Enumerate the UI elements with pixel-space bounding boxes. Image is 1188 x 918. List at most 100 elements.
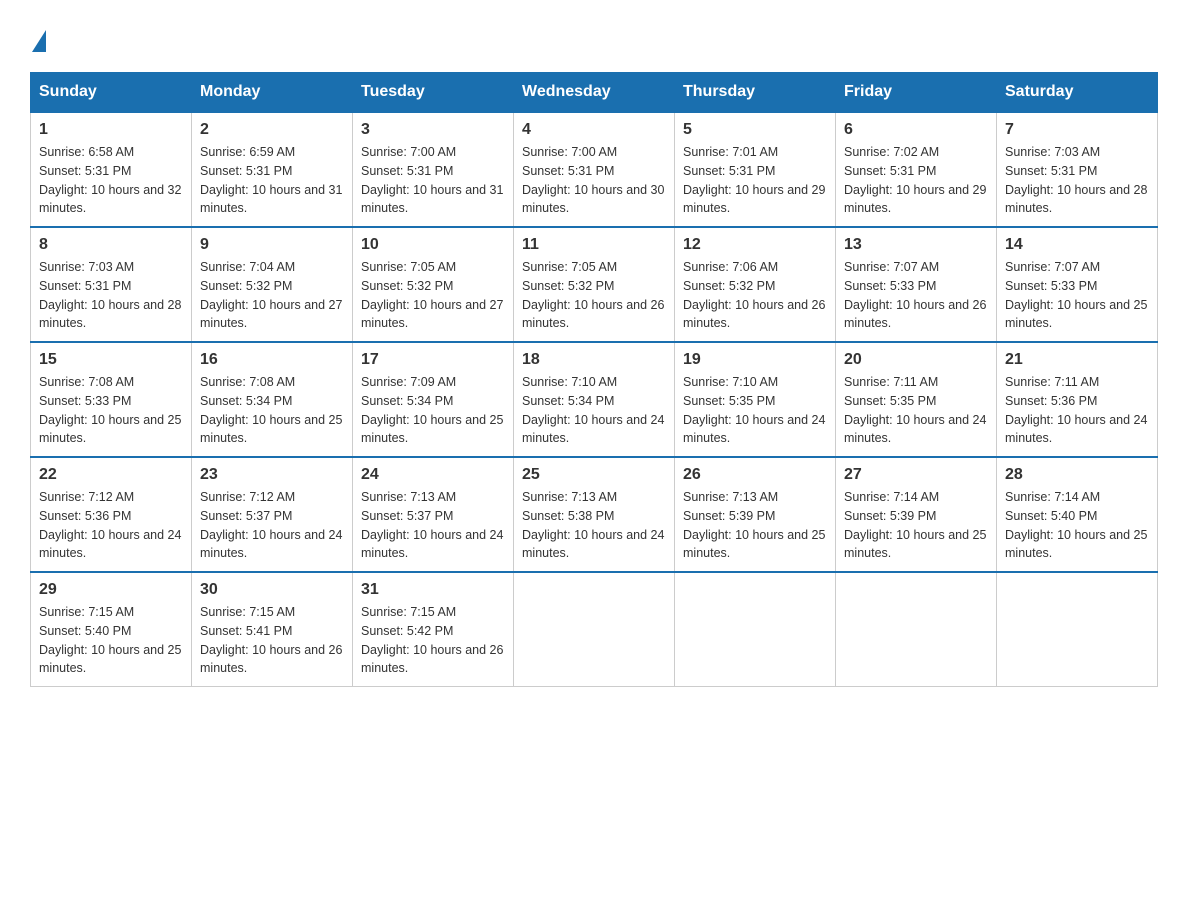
day-number: 17	[361, 351, 505, 369]
calendar-cell: 24 Sunrise: 7:13 AMSunset: 5:37 PMDayligh…	[353, 457, 514, 572]
calendar-cell: 15 Sunrise: 7:08 AMSunset: 5:33 PMDayligh…	[31, 342, 192, 457]
calendar-cell: 16 Sunrise: 7:08 AMSunset: 5:34 PMDayligh…	[192, 342, 353, 457]
calendar-week-3: 15 Sunrise: 7:08 AMSunset: 5:33 PMDayligh…	[31, 342, 1158, 457]
day-info: Sunrise: 7:01 AMSunset: 5:31 PMDaylight:…	[683, 143, 827, 218]
day-info: Sunrise: 7:06 AMSunset: 5:32 PMDaylight:…	[683, 258, 827, 333]
calendar-cell	[514, 572, 675, 687]
day-info: Sunrise: 7:13 AMSunset: 5:38 PMDaylight:…	[522, 488, 666, 563]
day-info: Sunrise: 7:12 AMSunset: 5:37 PMDaylight:…	[200, 488, 344, 563]
day-number: 26	[683, 466, 827, 484]
day-info: Sunrise: 7:00 AMSunset: 5:31 PMDaylight:…	[522, 143, 666, 218]
day-info: Sunrise: 7:08 AMSunset: 5:34 PMDaylight:…	[200, 373, 344, 448]
calendar-week-5: 29 Sunrise: 7:15 AMSunset: 5:40 PMDayligh…	[31, 572, 1158, 687]
day-number: 2	[200, 121, 344, 139]
day-info: Sunrise: 7:05 AMSunset: 5:32 PMDaylight:…	[361, 258, 505, 333]
day-info: Sunrise: 7:11 AMSunset: 5:35 PMDaylight:…	[844, 373, 988, 448]
calendar-cell: 8 Sunrise: 7:03 AMSunset: 5:31 PMDaylight…	[31, 227, 192, 342]
calendar-cell: 11 Sunrise: 7:05 AMSunset: 5:32 PMDayligh…	[514, 227, 675, 342]
weekday-header-thursday: Thursday	[675, 73, 836, 113]
calendar-cell	[997, 572, 1158, 687]
weekday-header-sunday: Sunday	[31, 73, 192, 113]
day-number: 23	[200, 466, 344, 484]
day-number: 10	[361, 236, 505, 254]
day-number: 20	[844, 351, 988, 369]
day-info: Sunrise: 7:13 AMSunset: 5:37 PMDaylight:…	[361, 488, 505, 563]
day-number: 30	[200, 581, 344, 599]
calendar-cell: 12 Sunrise: 7:06 AMSunset: 5:32 PMDayligh…	[675, 227, 836, 342]
calendar-cell: 30 Sunrise: 7:15 AMSunset: 5:41 PMDayligh…	[192, 572, 353, 687]
day-info: Sunrise: 7:10 AMSunset: 5:34 PMDaylight:…	[522, 373, 666, 448]
day-info: Sunrise: 7:12 AMSunset: 5:36 PMDaylight:…	[39, 488, 183, 563]
calendar-cell: 10 Sunrise: 7:05 AMSunset: 5:32 PMDayligh…	[353, 227, 514, 342]
calendar-cell: 5 Sunrise: 7:01 AMSunset: 5:31 PMDaylight…	[675, 112, 836, 227]
calendar-cell: 1Sunrise: 6:58 AMSunset: 5:31 PMDaylight…	[31, 112, 192, 227]
day-number: 25	[522, 466, 666, 484]
calendar-table: SundayMondayTuesdayWednesdayThursdayFrid…	[30, 72, 1158, 687]
calendar-cell: 18 Sunrise: 7:10 AMSunset: 5:34 PMDayligh…	[514, 342, 675, 457]
day-number: 15	[39, 351, 183, 369]
calendar-cell: 25 Sunrise: 7:13 AMSunset: 5:38 PMDayligh…	[514, 457, 675, 572]
day-number: 24	[361, 466, 505, 484]
day-info: Sunrise: 7:13 AMSunset: 5:39 PMDaylight:…	[683, 488, 827, 563]
day-info: Sunrise: 7:08 AMSunset: 5:33 PMDaylight:…	[39, 373, 183, 448]
day-info: Sunrise: 7:02 AMSunset: 5:31 PMDaylight:…	[844, 143, 988, 218]
logo	[30, 30, 48, 52]
day-info: Sunrise: 7:15 AMSunset: 5:42 PMDaylight:…	[361, 603, 505, 678]
calendar-cell: 27Sunrise: 7:14 AMSunset: 5:39 PMDayligh…	[836, 457, 997, 572]
weekday-header-tuesday: Tuesday	[353, 73, 514, 113]
day-info: Sunrise: 7:03 AMSunset: 5:31 PMDaylight:…	[39, 258, 183, 333]
day-number: 21	[1005, 351, 1149, 369]
calendar-cell: 3 Sunrise: 7:00 AMSunset: 5:31 PMDaylight…	[353, 112, 514, 227]
day-info: Sunrise: 7:15 AMSunset: 5:41 PMDaylight:…	[200, 603, 344, 678]
day-number: 8	[39, 236, 183, 254]
weekday-header-row: SundayMondayTuesdayWednesdayThursdayFrid…	[31, 73, 1158, 113]
calendar-week-1: 1Sunrise: 6:58 AMSunset: 5:31 PMDaylight…	[31, 112, 1158, 227]
calendar-cell: 19 Sunrise: 7:10 AMSunset: 5:35 PMDayligh…	[675, 342, 836, 457]
day-number: 3	[361, 121, 505, 139]
day-number: 7	[1005, 121, 1149, 139]
calendar-cell: 4Sunrise: 7:00 AMSunset: 5:31 PMDaylight…	[514, 112, 675, 227]
calendar-cell: 13Sunrise: 7:07 AMSunset: 5:33 PMDayligh…	[836, 227, 997, 342]
day-info: Sunrise: 6:59 AMSunset: 5:31 PMDaylight:…	[200, 143, 344, 218]
weekday-header-saturday: Saturday	[997, 73, 1158, 113]
day-number: 29	[39, 581, 183, 599]
day-number: 19	[683, 351, 827, 369]
day-number: 22	[39, 466, 183, 484]
calendar-cell: 14 Sunrise: 7:07 AMSunset: 5:33 PMDayligh…	[997, 227, 1158, 342]
page-header	[30, 30, 1158, 52]
day-number: 16	[200, 351, 344, 369]
weekday-header-monday: Monday	[192, 73, 353, 113]
day-info: Sunrise: 7:11 AMSunset: 5:36 PMDaylight:…	[1005, 373, 1149, 448]
weekday-header-friday: Friday	[836, 73, 997, 113]
day-info: Sunrise: 7:00 AMSunset: 5:31 PMDaylight:…	[361, 143, 505, 218]
calendar-cell: 22 Sunrise: 7:12 AMSunset: 5:36 PMDayligh…	[31, 457, 192, 572]
calendar-cell: 2 Sunrise: 6:59 AMSunset: 5:31 PMDaylight…	[192, 112, 353, 227]
calendar-cell: 9 Sunrise: 7:04 AMSunset: 5:32 PMDaylight…	[192, 227, 353, 342]
day-number: 18	[522, 351, 666, 369]
day-number: 11	[522, 236, 666, 254]
day-number: 28	[1005, 466, 1149, 484]
calendar-cell: 21 Sunrise: 7:11 AMSunset: 5:36 PMDayligh…	[997, 342, 1158, 457]
day-info: Sunrise: 7:04 AMSunset: 5:32 PMDaylight:…	[200, 258, 344, 333]
day-info: Sunrise: 7:14 AMSunset: 5:40 PMDaylight:…	[1005, 488, 1149, 563]
calendar-cell: 29 Sunrise: 7:15 AMSunset: 5:40 PMDayligh…	[31, 572, 192, 687]
logo-triangle-icon	[32, 30, 46, 52]
day-info: Sunrise: 7:15 AMSunset: 5:40 PMDaylight:…	[39, 603, 183, 678]
calendar-cell: 20 Sunrise: 7:11 AMSunset: 5:35 PMDayligh…	[836, 342, 997, 457]
day-number: 6	[844, 121, 988, 139]
calendar-cell: 7Sunrise: 7:03 AMSunset: 5:31 PMDaylight…	[997, 112, 1158, 227]
calendar-cell: 6 Sunrise: 7:02 AMSunset: 5:31 PMDaylight…	[836, 112, 997, 227]
day-info: Sunrise: 7:10 AMSunset: 5:35 PMDaylight:…	[683, 373, 827, 448]
day-info: Sunrise: 7:09 AMSunset: 5:34 PMDaylight:…	[361, 373, 505, 448]
day-number: 9	[200, 236, 344, 254]
day-info: Sunrise: 7:14 AMSunset: 5:39 PMDaylight:…	[844, 488, 988, 563]
day-info: Sunrise: 7:05 AMSunset: 5:32 PMDaylight:…	[522, 258, 666, 333]
day-number: 5	[683, 121, 827, 139]
day-number: 14	[1005, 236, 1149, 254]
day-number: 31	[361, 581, 505, 599]
day-number: 12	[683, 236, 827, 254]
calendar-week-4: 22 Sunrise: 7:12 AMSunset: 5:36 PMDayligh…	[31, 457, 1158, 572]
day-info: Sunrise: 7:07 AMSunset: 5:33 PMDaylight:…	[1005, 258, 1149, 333]
calendar-cell	[836, 572, 997, 687]
calendar-week-2: 8 Sunrise: 7:03 AMSunset: 5:31 PMDaylight…	[31, 227, 1158, 342]
